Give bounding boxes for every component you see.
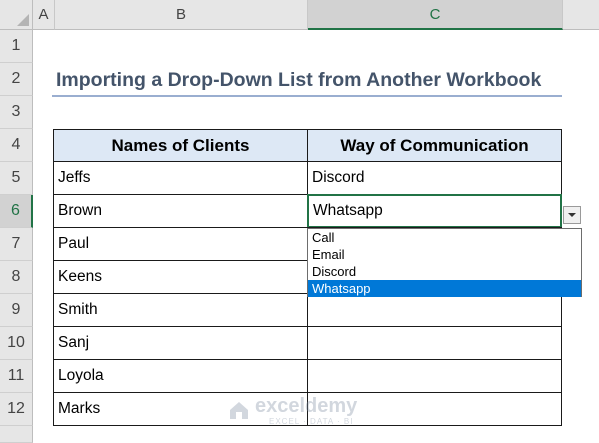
table-cell-way[interactable] bbox=[307, 359, 562, 393]
watermark-name: exceldemy bbox=[255, 395, 358, 417]
dropdown-option[interactable]: Call bbox=[308, 229, 581, 246]
table-cell-way[interactable] bbox=[307, 326, 562, 360]
header-names-of-clients[interactable]: Names of Clients bbox=[53, 129, 308, 162]
select-all-button[interactable] bbox=[0, 0, 33, 30]
table-cell-way[interactable]: Discord bbox=[307, 161, 562, 195]
row-header[interactable]: 4 bbox=[0, 129, 33, 162]
row-header[interactable]: 8 bbox=[0, 261, 33, 294]
table-cell-name[interactable]: Keens bbox=[53, 260, 308, 294]
table-cell-name[interactable]: Brown bbox=[53, 194, 308, 228]
sheet-title: Importing a Drop-Down List from Another … bbox=[52, 67, 562, 97]
table-cell-way[interactable] bbox=[307, 293, 562, 327]
row-header[interactable]: 2 bbox=[0, 63, 33, 96]
table-cell-name[interactable]: Paul bbox=[53, 227, 308, 261]
watermark-tagline: EXCEL · DATA · BI bbox=[269, 417, 354, 426]
row-header[interactable] bbox=[0, 426, 33, 443]
table-cell-name[interactable]: Loyola bbox=[53, 359, 308, 393]
dropdown-option[interactable]: Discord bbox=[308, 263, 581, 280]
exceldemy-logo-icon bbox=[230, 402, 248, 419]
dropdown-option[interactable]: Email bbox=[308, 246, 581, 263]
row-header[interactable]: 3 bbox=[0, 96, 33, 129]
dropdown-option-selected[interactable]: Whatsapp bbox=[308, 280, 581, 297]
chevron-down-icon bbox=[568, 213, 576, 217]
row-header[interactable]: 11 bbox=[0, 360, 33, 393]
row-header[interactable]: 5 bbox=[0, 162, 33, 195]
row-header[interactable]: 1 bbox=[0, 30, 33, 63]
row-header[interactable]: 12 bbox=[0, 393, 33, 426]
exceldemy-watermark: exceldemy EXCEL · DATA · BI bbox=[227, 395, 377, 431]
active-cell-way[interactable]: Whatsapp bbox=[307, 194, 562, 228]
column-header-a[interactable]: A bbox=[33, 0, 55, 30]
row-header[interactable]: 10 bbox=[0, 327, 33, 360]
table-cell-name[interactable]: Smith bbox=[53, 293, 308, 327]
table-cell-name[interactable]: Jeffs bbox=[53, 161, 308, 195]
dropdown-arrow-button[interactable] bbox=[563, 206, 581, 224]
column-header-c[interactable]: C bbox=[308, 0, 563, 30]
row-header[interactable]: 9 bbox=[0, 294, 33, 327]
dropdown-list[interactable]: Call Email Discord Whatsapp bbox=[307, 228, 582, 297]
column-header-b[interactable]: B bbox=[55, 0, 308, 30]
row-header[interactable]: 6 bbox=[0, 195, 33, 228]
header-way-of-communication[interactable]: Way of Communication bbox=[307, 129, 562, 162]
table-cell-name[interactable]: Sanj bbox=[53, 326, 308, 360]
row-header[interactable]: 7 bbox=[0, 228, 33, 261]
column-header-d[interactable] bbox=[563, 0, 599, 30]
